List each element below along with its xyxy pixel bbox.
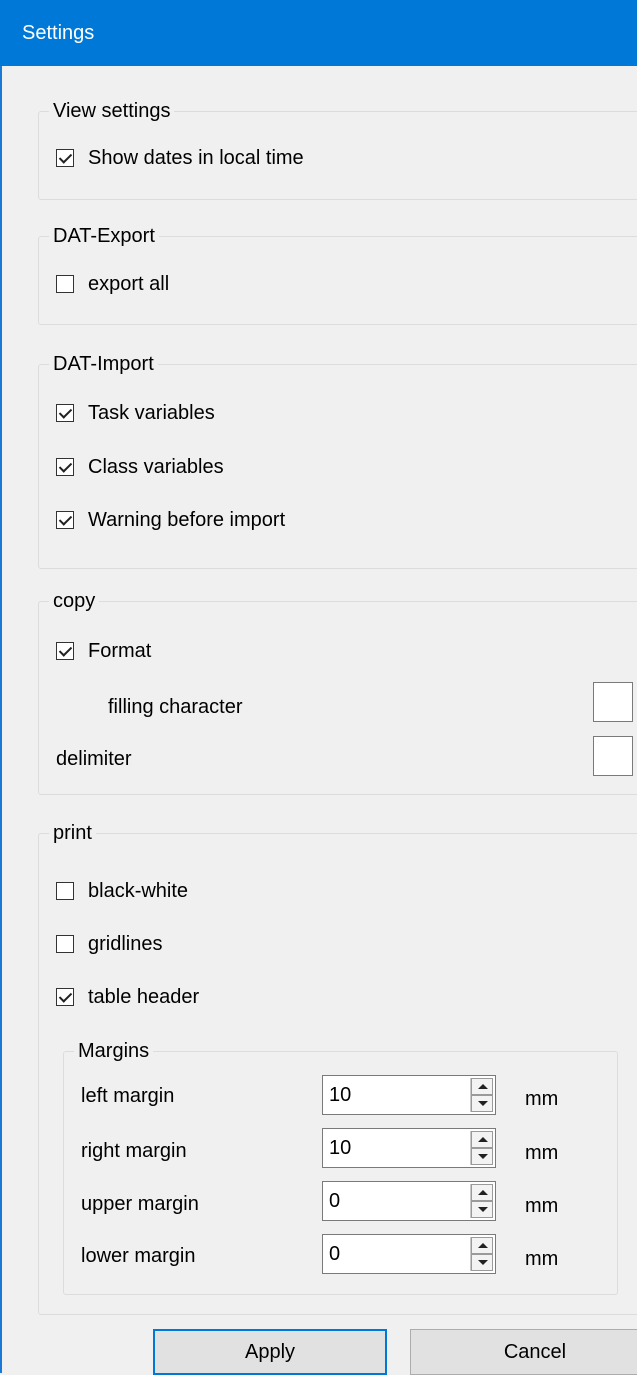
left-margin-label: left margin (81, 1085, 175, 1107)
left-margin-value[interactable]: 10 (329, 1084, 351, 1107)
table-header-label: table header (88, 985, 200, 1008)
checkbox-icon[interactable] (56, 275, 74, 293)
spin-buttons (470, 1237, 493, 1271)
warning-before-import-checkbox[interactable]: Warning before import (56, 505, 285, 535)
class-variables-label: Class variables (88, 455, 224, 478)
spin-up-icon[interactable] (471, 1131, 493, 1148)
spin-buttons (470, 1184, 493, 1218)
right-margin-spinbox[interactable]: 10 (322, 1128, 496, 1168)
copy-legend: copy (53, 590, 96, 612)
margins-legend: Margins (78, 1040, 150, 1062)
export-all-label: export all (88, 272, 170, 295)
checkbox-icon[interactable] (56, 882, 74, 900)
checkbox-icon[interactable] (56, 458, 74, 476)
spin-down-icon[interactable] (471, 1095, 493, 1112)
checkbox-icon[interactable] (56, 988, 74, 1006)
spin-up-icon[interactable] (471, 1184, 493, 1201)
title-bar: Settings (0, 0, 637, 66)
black-white-label: black-white (88, 879, 189, 902)
upper-margin-value[interactable]: 0 (329, 1190, 340, 1213)
filling-character-label: filling character (108, 695, 243, 718)
delimiter-input[interactable] (593, 736, 633, 776)
task-variables-checkbox[interactable]: Task variables (56, 398, 215, 428)
checkbox-icon[interactable] (56, 511, 74, 529)
lower-margin-value[interactable]: 0 (329, 1243, 340, 1266)
checkbox-icon[interactable] (56, 404, 74, 422)
class-variables-checkbox[interactable]: Class variables (56, 452, 224, 482)
window-title: Settings (22, 22, 95, 44)
format-label: Format (88, 639, 152, 662)
right-margin-value[interactable]: 10 (329, 1137, 351, 1160)
left-margin-spinbox[interactable]: 10 (322, 1075, 496, 1115)
show-dates-local-label: Show dates in local time (88, 146, 304, 169)
spin-down-icon[interactable] (471, 1148, 493, 1165)
right-margin-label: right margin (81, 1140, 187, 1162)
gridlines-label: gridlines (88, 932, 163, 955)
filling-character-row: filling character (108, 692, 243, 722)
dat-import-legend: DAT-Import (53, 353, 154, 375)
delimiter-row: delimiter (56, 744, 132, 774)
upper-margin-spinbox[interactable]: 0 (322, 1181, 496, 1221)
export-all-checkbox[interactable]: export all (56, 269, 169, 299)
spin-buttons (470, 1131, 493, 1165)
right-margin-unit: mm (525, 1142, 559, 1164)
dat-export-legend: DAT-Export (53, 225, 155, 247)
lower-margin-unit: mm (525, 1248, 559, 1270)
spin-down-icon[interactable] (471, 1254, 493, 1271)
delimiter-label: delimiter (56, 747, 132, 770)
cancel-button[interactable]: Cancel (410, 1329, 637, 1375)
upper-margin-label: upper margin (81, 1193, 199, 1215)
format-checkbox[interactable]: Format (56, 636, 151, 666)
warning-before-import-label: Warning before import (88, 508, 286, 531)
lower-margin-spinbox[interactable]: 0 (322, 1234, 496, 1274)
checkbox-icon[interactable] (56, 149, 74, 167)
lower-margin-label: lower margin (81, 1245, 196, 1267)
gridlines-checkbox[interactable]: gridlines (56, 929, 162, 959)
task-variables-label: Task variables (88, 401, 215, 424)
checkbox-icon[interactable] (56, 642, 74, 660)
spin-up-icon[interactable] (471, 1078, 493, 1095)
print-legend: print (53, 822, 92, 844)
upper-margin-unit: mm (525, 1195, 559, 1217)
spin-up-icon[interactable] (471, 1237, 493, 1254)
window-border (0, 66, 2, 1373)
table-header-checkbox[interactable]: table header (56, 982, 199, 1012)
left-margin-unit: mm (525, 1088, 559, 1110)
checkbox-icon[interactable] (56, 935, 74, 953)
filling-character-input[interactable] (593, 682, 633, 722)
apply-button[interactable]: Apply (153, 1329, 387, 1375)
spin-down-icon[interactable] (471, 1201, 493, 1218)
view-settings-legend: View settings (53, 100, 171, 122)
black-white-checkbox[interactable]: black-white (56, 876, 188, 906)
show-dates-local-checkbox[interactable]: Show dates in local time (56, 143, 304, 173)
spin-buttons (470, 1078, 493, 1112)
